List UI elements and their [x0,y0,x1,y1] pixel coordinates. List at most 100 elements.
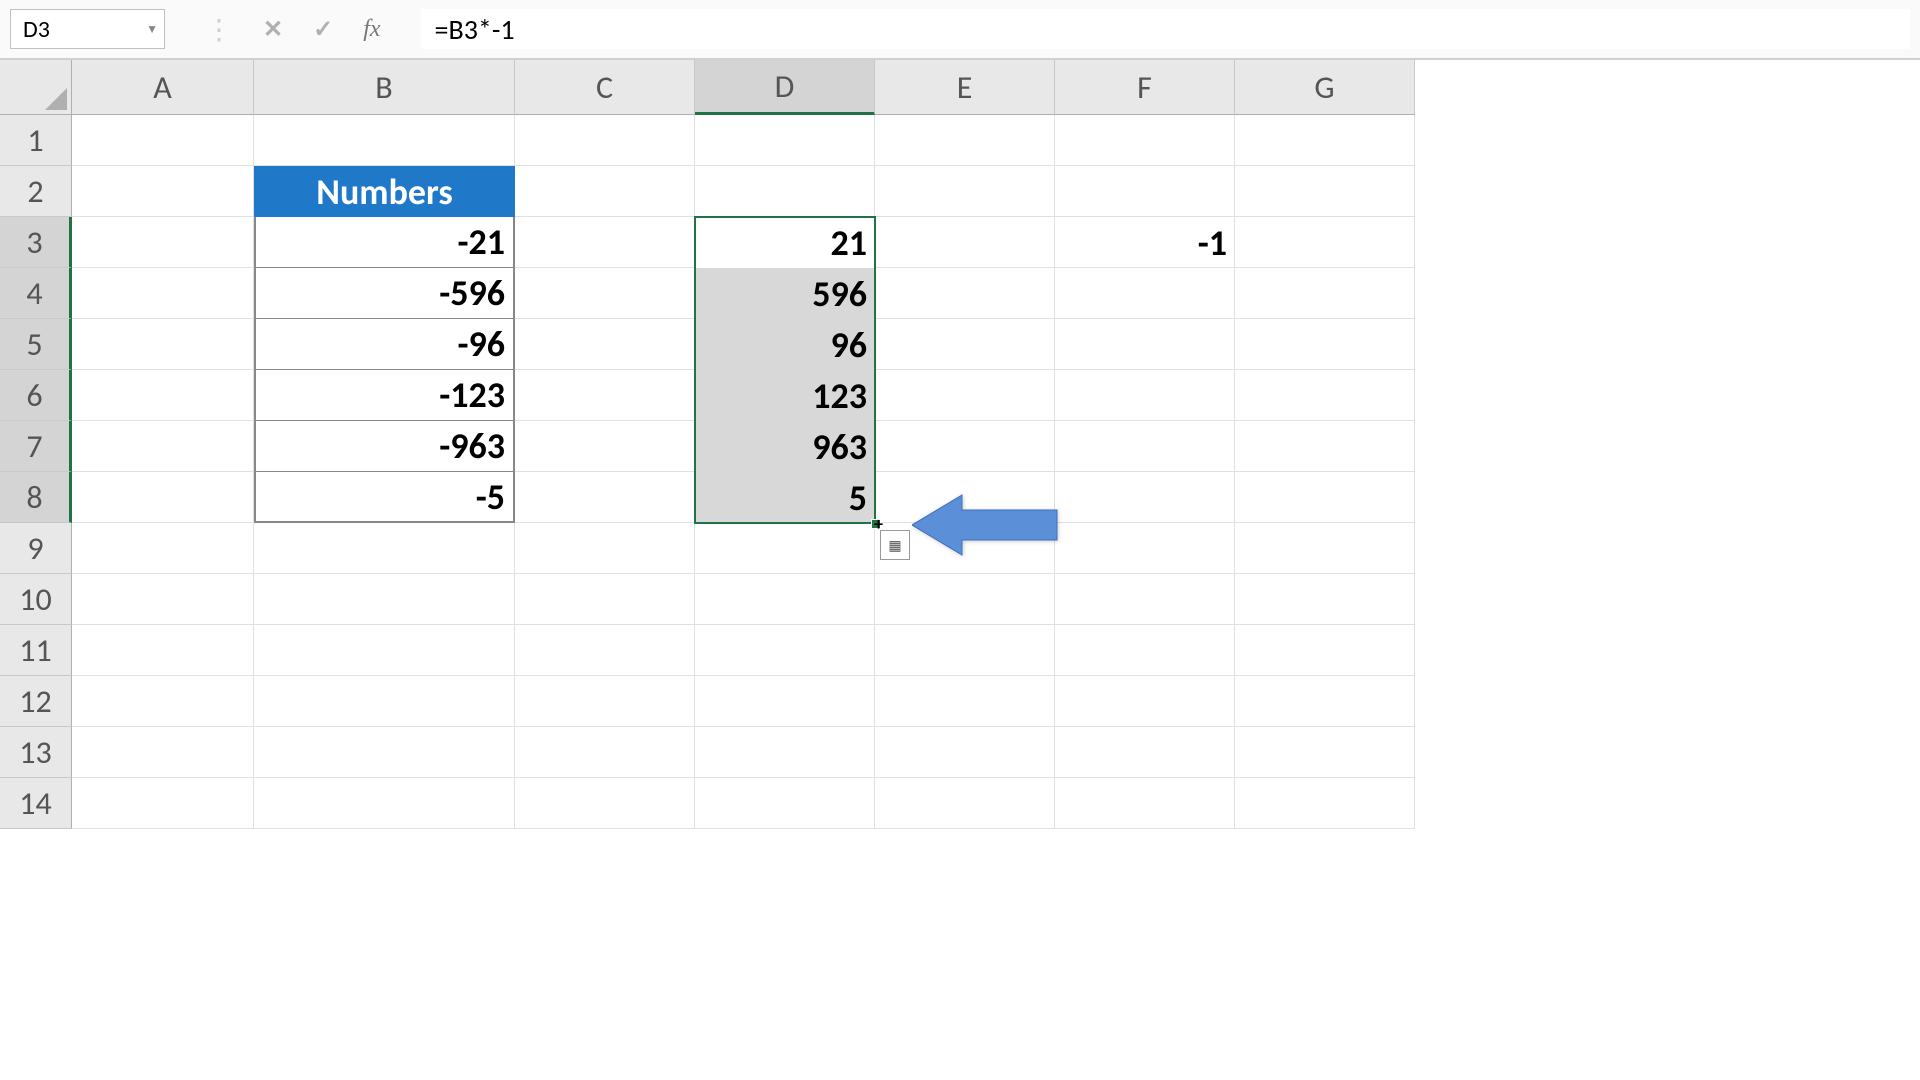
row-header-4[interactable]: 4 [0,268,72,319]
chevron-down-icon[interactable]: ▼ [146,22,158,37]
cell-E10[interactable] [875,574,1055,625]
cell-C14[interactable] [515,778,695,829]
cell-A1[interactable] [72,115,254,166]
cell-A7[interactable] [72,421,254,472]
cell-A2[interactable] [72,166,254,217]
cell-G10[interactable] [1235,574,1415,625]
table-row[interactable]: -5 [254,472,515,523]
cell-A14[interactable] [72,778,254,829]
select-all-corner[interactable] [0,60,72,115]
table-row[interactable]: -596 [254,268,515,319]
cell-G8[interactable] [1235,472,1415,523]
cell-C2[interactable] [515,166,695,217]
row-header-2[interactable]: 2 [0,166,72,217]
cell-C8[interactable] [515,472,695,523]
cell-C13[interactable] [515,727,695,778]
row-header-6[interactable]: 6 [0,370,72,421]
cell-F1[interactable] [1055,115,1235,166]
table-row[interactable]: 21 [695,217,875,268]
cell-C11[interactable] [515,625,695,676]
cell-D14[interactable] [695,778,875,829]
row-header-14[interactable]: 14 [0,778,72,829]
row-header-11[interactable]: 11 [0,625,72,676]
col-header-A[interactable]: A [72,60,254,115]
table-row[interactable]: -96 [254,319,515,370]
cell-B11[interactable] [254,625,515,676]
cell-A11[interactable] [72,625,254,676]
cell-E5[interactable] [875,319,1055,370]
cell-C4[interactable] [515,268,695,319]
cell-G6[interactable] [1235,370,1415,421]
cell-F11[interactable] [1055,625,1235,676]
cell-C1[interactable] [515,115,695,166]
cell-C10[interactable] [515,574,695,625]
table-row[interactable]: -123 [254,370,515,421]
name-box[interactable]: D3 ▼ [10,9,165,49]
cell-G13[interactable] [1235,727,1415,778]
cell-G3[interactable] [1235,217,1415,268]
cell-A13[interactable] [72,727,254,778]
cell-D2[interactable] [695,166,875,217]
cell-F5[interactable] [1055,319,1235,370]
cell-C12[interactable] [515,676,695,727]
cell-B10[interactable] [254,574,515,625]
cell-A3[interactable] [72,217,254,268]
fx-icon[interactable]: fx [363,16,380,43]
row-header-3[interactable]: 3 [0,217,72,268]
cell-F13[interactable] [1055,727,1235,778]
cell-A10[interactable] [72,574,254,625]
cell-G11[interactable] [1235,625,1415,676]
cell-C3[interactable] [515,217,695,268]
cell-E6[interactable] [875,370,1055,421]
cell-E13[interactable] [875,727,1055,778]
table-header-numbers[interactable]: Numbers [254,166,515,217]
cell-E2[interactable] [875,166,1055,217]
cell-A6[interactable] [72,370,254,421]
row-header-8[interactable]: 8 [0,472,72,523]
row-header-7[interactable]: 7 [0,421,72,472]
cell-D11[interactable] [695,625,875,676]
autofill-options-button[interactable]: ▦ [880,530,910,560]
cell-B13[interactable] [254,727,515,778]
cell-F7[interactable] [1055,421,1235,472]
cancel-icon[interactable]: ✕ [263,15,283,44]
cell-E7[interactable] [875,421,1055,472]
cell-G9[interactable] [1235,523,1415,574]
cell-A12[interactable] [72,676,254,727]
cell-G1[interactable] [1235,115,1415,166]
cell-G2[interactable] [1235,166,1415,217]
cell-B12[interactable] [254,676,515,727]
col-header-C[interactable]: C [515,60,695,115]
table-row[interactable]: 963 [695,421,875,472]
table-row[interactable]: -21 [254,217,515,268]
cell-F6[interactable] [1055,370,1235,421]
row-header-12[interactable]: 12 [0,676,72,727]
cell-A4[interactable] [72,268,254,319]
cell-G5[interactable] [1235,319,1415,370]
cell-F3[interactable]: -1 [1055,217,1235,268]
table-row[interactable]: 123 [695,370,875,421]
row-header-10[interactable]: 10 [0,574,72,625]
table-row[interactable]: 596 [695,268,875,319]
cell-E3[interactable] [875,217,1055,268]
row-header-9[interactable]: 9 [0,523,72,574]
cell-G12[interactable] [1235,676,1415,727]
cell-E14[interactable] [875,778,1055,829]
col-header-F[interactable]: F [1055,60,1235,115]
col-header-E[interactable]: E [875,60,1055,115]
cell-A8[interactable] [72,472,254,523]
cell-E11[interactable] [875,625,1055,676]
cell-G4[interactable] [1235,268,1415,319]
cell-F8[interactable] [1055,472,1235,523]
cell-D1[interactable] [695,115,875,166]
cell-F10[interactable] [1055,574,1235,625]
table-row[interactable]: 5 [695,472,875,523]
cell-B9[interactable] [254,523,515,574]
row-header-13[interactable]: 13 [0,727,72,778]
col-header-B[interactable]: B [254,60,515,115]
formula-input[interactable]: =B3*-1 [421,9,1910,49]
cell-D13[interactable] [695,727,875,778]
cell-C9[interactable] [515,523,695,574]
cell-G14[interactable] [1235,778,1415,829]
cell-A5[interactable] [72,319,254,370]
